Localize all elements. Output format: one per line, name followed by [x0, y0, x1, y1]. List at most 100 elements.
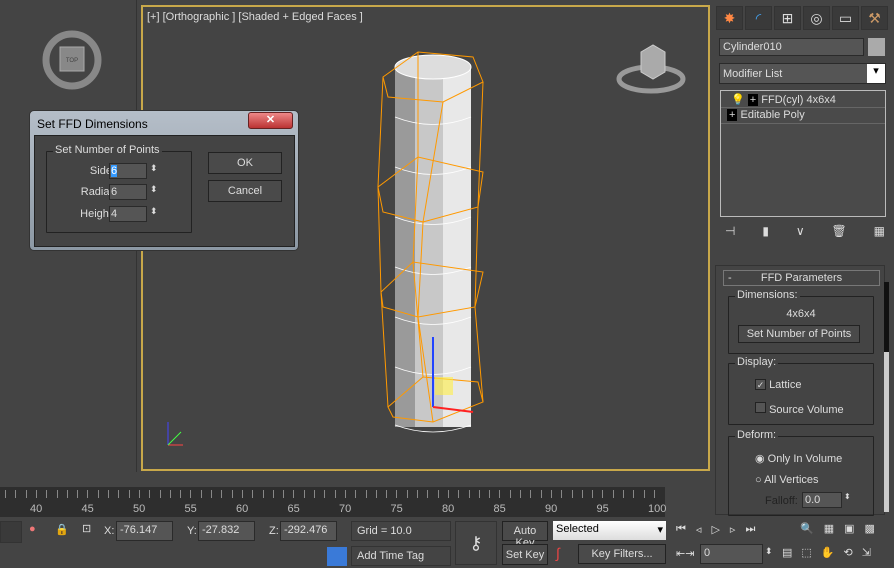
timeline-tick: [386, 490, 388, 498]
set-key-icon[interactable]: ⚷: [455, 521, 497, 565]
close-button[interactable]: ✕: [248, 112, 293, 129]
timeline-label: 85: [493, 503, 506, 515]
zoom-region-icon[interactable]: ⬚: [801, 546, 811, 559]
play-icon[interactable]: ▷: [711, 523, 719, 536]
lightbulb-icon[interactable]: 💡: [731, 94, 745, 106]
timeline-tick: [592, 490, 594, 498]
isolate-selection-icon[interactable]: ●: [29, 523, 36, 535]
lock-icon[interactable]: 🔒: [55, 523, 69, 536]
go-to-start-icon[interactable]: ⏮: [676, 523, 686, 536]
x-coordinate-input[interactable]: -76.147: [116, 521, 173, 541]
timeline-tick: [447, 490, 449, 498]
script-listener[interactable]: [0, 521, 22, 543]
zoom-extents-icon[interactable]: ▣: [844, 522, 854, 535]
frame-spinner[interactable]: ⬍: [765, 546, 773, 557]
set-key-button[interactable]: Set Key: [502, 544, 548, 565]
display-group: Display: ✓ Lattice Source Volume: [728, 356, 874, 425]
modifier-stack: 💡 + FFD(cyl) 4x6x4 + Editable Poly: [720, 90, 886, 217]
go-to-end-icon[interactable]: ⏭: [745, 523, 755, 536]
key-filters-button[interactable]: Key Filters...: [578, 544, 666, 564]
radial-spinner[interactable]: ⬍: [150, 184, 158, 195]
maximize-viewport-icon[interactable]: ⇲: [862, 546, 871, 559]
timeline-tick: [520, 490, 521, 498]
pan-icon[interactable]: ✋: [821, 546, 835, 559]
stack-item-ffd[interactable]: 💡 + FFD(cyl) 4x6x4: [721, 91, 885, 108]
modifier-list-label: Modifier List: [723, 68, 783, 80]
hierarchy-icon[interactable]: ⊞: [774, 6, 801, 30]
modifier-list-dropdown[interactable]: Modifier List ▾: [719, 63, 886, 84]
panel-scrollbar[interactable]: [884, 282, 889, 512]
object-color-swatch[interactable]: [868, 38, 885, 56]
previous-frame-icon[interactable]: ◃: [696, 523, 702, 536]
viewcube-compass-icon[interactable]: TOP: [40, 25, 104, 95]
time-configuration-icon[interactable]: ▤: [782, 546, 792, 559]
side-spinner[interactable]: ⬍: [150, 163, 158, 174]
timeline-label: 75: [390, 503, 403, 515]
stack-item-editable-poly[interactable]: + Editable Poly: [721, 108, 885, 124]
viewcube-icon[interactable]: [613, 37, 693, 97]
timeline-tick: [231, 490, 233, 498]
timeline-tick: [499, 490, 501, 498]
configure-sets-icon[interactable]: ▦: [874, 224, 885, 238]
pin-stack-icon[interactable]: ⊣: [725, 224, 735, 238]
only-in-volume-radio[interactable]: ◉ Only In Volume: [755, 452, 842, 465]
falloff-spinner[interactable]: ⬍: [844, 492, 851, 501]
side-input[interactable]: 6: [109, 163, 147, 179]
timeline-tick: [468, 490, 470, 498]
timeline-tick: [5, 490, 6, 498]
y-coordinate-input[interactable]: -27.832: [198, 521, 255, 541]
timeline-tick: [540, 490, 542, 498]
cancel-button[interactable]: Cancel: [208, 180, 282, 202]
create-icon[interactable]: ✸: [716, 6, 743, 30]
zoom-icon[interactable]: 🔍: [800, 522, 814, 535]
dimensions-group: Dimensions: 4x6x4 Set Number of Points: [728, 289, 874, 354]
rollout-header[interactable]: - FFD Parameters: [723, 270, 880, 286]
timeline-ruler[interactable]: 40 45 50 55 60 65 70 75 80 85 90 95 100: [0, 487, 666, 517]
expand-icon[interactable]: +: [727, 109, 738, 121]
timeline-tick: [293, 490, 295, 498]
utilities-icon[interactable]: ⚒: [861, 6, 888, 30]
radial-input[interactable]: 6: [109, 184, 147, 200]
falloff-input[interactable]: 0.0: [802, 492, 842, 508]
set-number-of-points-button[interactable]: Set Number of Points: [738, 325, 860, 343]
timeline-tick: [200, 490, 202, 498]
next-frame-icon[interactable]: ▹: [730, 523, 736, 536]
all-vertices-radio[interactable]: ○ All Vertices: [755, 474, 819, 486]
timeline-tick: [375, 490, 377, 498]
source-volume-checkbox[interactable]: Source Volume: [755, 402, 844, 416]
key-mode-dropdown[interactable]: Selected ▾: [553, 521, 666, 540]
timeline-tick: [417, 490, 418, 498]
key-mode-toggle-icon[interactable]: ⇤⇥: [676, 547, 694, 560]
z-coordinate-input[interactable]: -292.476: [280, 521, 337, 541]
make-unique-icon[interactable]: ∨: [796, 224, 805, 238]
lattice-checkbox[interactable]: ✓ Lattice: [755, 379, 801, 391]
add-time-tag[interactable]: Add Time Tag: [351, 546, 451, 566]
zoom-extents-all-icon[interactable]: ▩: [865, 522, 875, 535]
timeline-tick: [221, 490, 223, 498]
timeline-label: 65: [287, 503, 300, 515]
timeline-tick: [190, 490, 192, 498]
modify-icon[interactable]: ◜: [745, 6, 772, 30]
height-input[interactable]: 4: [109, 206, 147, 222]
current-frame-input[interactable]: 0: [700, 544, 763, 564]
expand-icon[interactable]: +: [747, 94, 759, 106]
object-name-field[interactable]: Cylinder010: [719, 38, 864, 56]
auto-key-button[interactable]: Auto Key: [502, 521, 548, 549]
time-tag-icon[interactable]: [327, 547, 347, 566]
timeline-tick: [633, 490, 635, 498]
display-icon[interactable]: ▭: [832, 6, 859, 30]
timeline-tick: [365, 490, 367, 498]
motion-icon[interactable]: ◎: [803, 6, 830, 30]
absolute-mode-icon[interactable]: ⊡: [82, 522, 91, 535]
falloff-label: Falloff:: [765, 495, 798, 507]
dimensions-value: 4x6x4: [786, 308, 816, 320]
zoom-all-icon[interactable]: ▦: [824, 522, 834, 535]
chevron-down-icon[interactable]: ▾: [867, 64, 885, 83]
height-spinner[interactable]: ⬍: [150, 206, 158, 217]
orbit-icon[interactable]: ⟲: [844, 546, 853, 559]
curve-editor-icon[interactable]: ∫: [556, 545, 560, 561]
timeline-tick: [169, 490, 171, 498]
remove-modifier-icon[interactable]: 🗑: [832, 224, 847, 238]
ok-button[interactable]: OK: [208, 152, 282, 174]
show-end-result-icon[interactable]: ▮: [762, 224, 769, 238]
